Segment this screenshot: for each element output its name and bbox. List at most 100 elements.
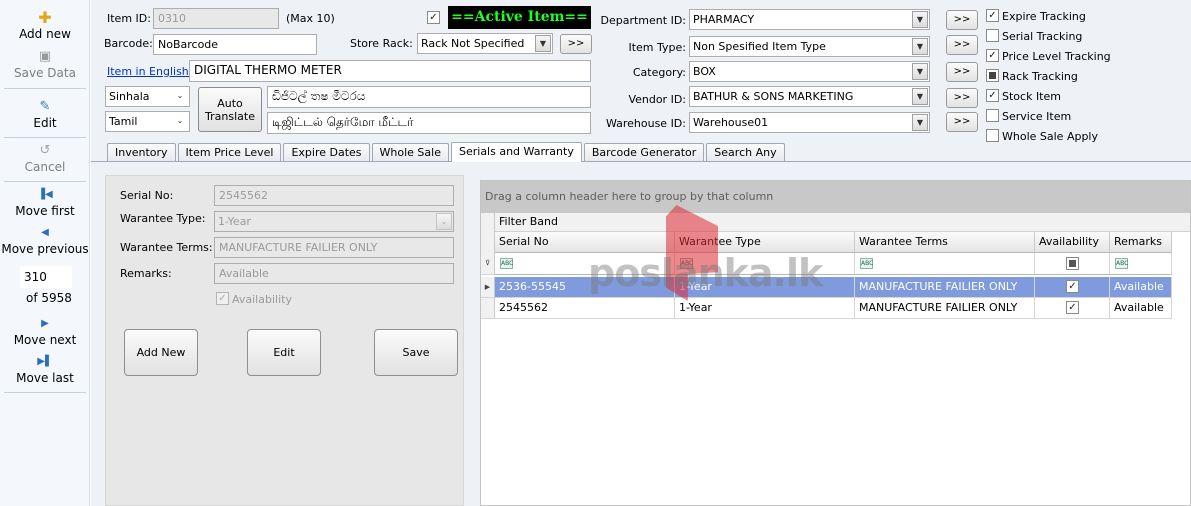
cancel-label: Cancel	[24, 160, 66, 174]
column-header-serial-no[interactable]: Serial No	[495, 232, 675, 253]
language1-name-input[interactable]: ඩිජිටල් තෂ මීටරය	[267, 86, 591, 108]
store-rack-select[interactable]: Rack Not Specified ▼	[417, 33, 553, 54]
cell-warantee-type[interactable]: 1-Year	[675, 298, 855, 319]
category-more-button[interactable]: >>	[946, 62, 978, 82]
rack-tracking-checkbox[interactable]	[986, 69, 999, 82]
move-first-button[interactable]: ▐◀ Move first	[0, 187, 90, 218]
vendor-more-button[interactable]: >>	[946, 88, 978, 108]
record-position-input[interactable]: 310	[20, 266, 72, 288]
department-more-button[interactable]: >>	[946, 10, 978, 30]
whole-sale-apply-checkbox[interactable]	[986, 129, 999, 142]
filter-cell-warantee-type[interactable]: ABC	[675, 253, 855, 275]
filter-cell-remarks[interactable]: ABC	[1110, 253, 1172, 275]
chevron-down-icon[interactable]: ▼	[912, 11, 928, 28]
chevron-down-icon[interactable]: ▼	[912, 88, 928, 105]
availability-checkbox[interactable]: ✓	[216, 292, 229, 305]
item-form: Item ID: 0310 (Max 10) ✓ ==Active Item==…	[91, 0, 1191, 506]
move-previous-button[interactable]: ◀ Move previous	[0, 225, 90, 256]
vendor-select[interactable]: BATHUR & SONS MARKETING ▼	[689, 86, 930, 107]
column-header-warantee-terms[interactable]: Warantee Terms	[855, 232, 1035, 253]
cell-warantee-type[interactable]: 1-Year	[675, 277, 855, 298]
store-rack-more-button[interactable]: >>	[560, 34, 592, 54]
serial-no-input[interactable]: 2545562	[214, 185, 454, 206]
chevron-down-icon[interactable]: ⌄	[172, 113, 188, 130]
warehouse-more-button[interactable]: >>	[946, 112, 978, 132]
warrantee-terms-input[interactable]: MANUFACTURE FAILIER ONLY	[214, 237, 454, 258]
availability-checkbox[interactable]: ✓	[1066, 301, 1079, 314]
price-level-tracking-checkbox[interactable]: ✓	[986, 49, 999, 62]
item-in-english-link[interactable]: Item in English:	[107, 65, 193, 78]
warrantee-type-select[interactable]: 1-Year ⌄	[214, 211, 454, 232]
text-filter-icon: ABC	[500, 258, 514, 269]
item-type-select[interactable]: Non Spesified Item Type ▼	[689, 36, 930, 57]
department-select[interactable]: PHARMACY ▼	[689, 9, 930, 30]
filter-cell-serial-no[interactable]: ABC	[495, 253, 675, 275]
language1-select[interactable]: Sinhala ⌄	[105, 86, 190, 107]
barcode-input[interactable]: NoBarcode	[153, 34, 317, 55]
remarks-input[interactable]: Available	[214, 263, 454, 284]
save-data-button[interactable]: ▣ Save Data	[0, 49, 90, 80]
chevron-down-icon[interactable]: ▼	[912, 114, 928, 131]
cell-remarks[interactable]: Available	[1110, 277, 1172, 298]
move-next-button[interactable]: ▶ Move next	[0, 316, 90, 347]
move-last-button[interactable]: ▶▌ Move last	[0, 354, 90, 385]
tab-item-price-level[interactable]: Item Price Level	[177, 143, 282, 162]
chevron-down-icon[interactable]: ⌄	[436, 213, 452, 230]
tab-whole-sale[interactable]: Whole Sale	[371, 143, 449, 162]
edit-button[interactable]: ✎ Edit	[0, 99, 90, 130]
cell-serial-no[interactable]: 2545562	[495, 298, 675, 319]
chevron-down-icon[interactable]: ▼	[535, 35, 551, 52]
chevron-down-icon[interactable]: ▼	[912, 38, 928, 55]
serial-edit-button[interactable]: Edit	[247, 329, 321, 376]
barcode-label: Barcode:	[104, 37, 153, 50]
active-item-checkbox[interactable]: ✓	[427, 11, 440, 24]
cell-availability[interactable]: ✓	[1035, 277, 1110, 298]
tab-inventory[interactable]: Inventory	[107, 143, 176, 162]
move-previous-icon: ◀	[41, 227, 49, 238]
rack-tracking-label: Rack Tracking	[1002, 70, 1078, 83]
filter-availability-checkbox[interactable]	[1066, 257, 1079, 270]
move-previous-label: Move previous	[1, 242, 89, 256]
filter-cell-availability[interactable]	[1035, 253, 1110, 275]
language2-select[interactable]: Tamil ⌄	[105, 111, 190, 132]
stock-item-label: Stock Item	[1002, 90, 1061, 103]
item-id-field[interactable]: 0310	[153, 8, 279, 29]
tab-barcode-generator[interactable]: Barcode Generator	[583, 143, 705, 162]
chevron-down-icon[interactable]: ▼	[912, 63, 928, 80]
expire-tracking-checkbox[interactable]: ✓	[986, 9, 999, 22]
cell-warantee-terms[interactable]: MANUFACTURE FAILIER ONLY	[855, 277, 1035, 298]
cell-availability[interactable]: ✓	[1035, 298, 1110, 319]
warrantee-type-label: Warantee Type:	[120, 212, 206, 225]
tab-serials-and-warranty[interactable]: Serials and Warranty	[450, 142, 582, 162]
add-new-button[interactable]: ✚ Add new	[0, 10, 90, 42]
warehouse-select[interactable]: Warehouse01 ▼	[689, 112, 930, 133]
group-by-panel[interactable]: Drag a column header here to group by th…	[481, 181, 1190, 213]
cell-remarks[interactable]: Available	[1110, 298, 1172, 319]
tab-bar: Inventory Item Price Level Expire Dates …	[107, 142, 787, 162]
service-item-checkbox[interactable]	[986, 109, 999, 122]
item-english-input[interactable]: DIGITAL THERMO METER	[189, 60, 591, 82]
tab-expire-dates[interactable]: Expire Dates	[283, 143, 370, 162]
tab-search-any[interactable]: Search Any	[706, 143, 785, 162]
auto-translate-button[interactable]: Auto Translate	[198, 87, 262, 132]
tab-divider	[91, 161, 1191, 162]
language2-name-input[interactable]: டிஜிட்டல் தெர்மோ மீட்டர்	[267, 112, 591, 134]
column-header-warantee-type[interactable]: Warantee Type	[675, 232, 855, 253]
cancel-button[interactable]: ↺ Cancel	[0, 143, 90, 174]
store-rack-label: Store Rack:	[350, 37, 413, 50]
category-value: BOX	[693, 65, 716, 78]
cell-serial-no[interactable]: 2536-55545	[495, 277, 675, 298]
sidebar-divider	[4, 181, 86, 182]
category-select[interactable]: BOX ▼	[689, 61, 930, 82]
chevron-down-icon[interactable]: ⌄	[172, 88, 188, 105]
column-header-availability[interactable]: Availability	[1035, 232, 1110, 253]
serial-save-button[interactable]: Save	[374, 329, 458, 376]
filter-cell-warantee-terms[interactable]: ABC	[855, 253, 1035, 275]
availability-checkbox[interactable]: ✓	[1066, 280, 1079, 293]
column-header-remarks[interactable]: Remarks	[1110, 232, 1172, 253]
serial-tracking-checkbox[interactable]	[986, 29, 999, 42]
item-type-more-button[interactable]: >>	[946, 35, 978, 55]
cell-warantee-terms[interactable]: MANUFACTURE FAILIER ONLY	[855, 298, 1035, 319]
stock-item-checkbox[interactable]: ✓	[986, 89, 999, 102]
serial-add-new-button[interactable]: Add New	[124, 329, 198, 376]
